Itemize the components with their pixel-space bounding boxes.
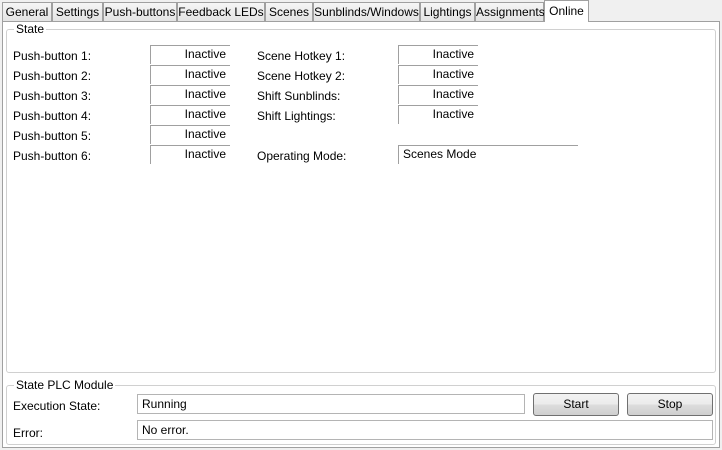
tab-sunblinds-windows[interactable]: Sunblinds/Windows: [313, 2, 420, 21]
tab-feedback-leds[interactable]: Feedback LEDs: [177, 2, 265, 21]
push-button-5-state: Inactive: [150, 125, 230, 144]
dialog-root: General Settings Push-buttons Feedback L…: [0, 0, 722, 450]
push-button-4-label: Push-button 4:: [13, 109, 92, 123]
error-field: No error.: [137, 420, 713, 440]
push-button-2-label: Push-button 2:: [13, 69, 92, 83]
scene-hotkey-2-label: Scene Hotkey 2:: [257, 69, 346, 83]
state-group-title: State: [14, 22, 47, 36]
push-button-1-label: Push-button 1:: [13, 49, 92, 63]
tab-push-buttons[interactable]: Push-buttons: [103, 2, 177, 21]
tab-online[interactable]: Online: [544, 0, 589, 22]
plc-group-title: State PLC Module: [14, 378, 116, 392]
push-button-3-state: Inactive: [150, 85, 230, 104]
push-button-6-state: Inactive: [150, 145, 230, 164]
stop-button[interactable]: Stop: [627, 393, 713, 416]
scene-hotkey-2-state: Inactive: [398, 65, 478, 84]
execution-state-field: Running: [137, 394, 525, 414]
tab-settings[interactable]: Settings: [52, 2, 103, 21]
scene-hotkey-1-label: Scene Hotkey 1:: [257, 49, 346, 63]
scene-hotkey-1-state: Inactive: [398, 45, 478, 64]
error-label: Error:: [13, 426, 43, 440]
push-button-2-state: Inactive: [150, 65, 230, 84]
operating-mode-value: Scenes Mode: [398, 145, 578, 164]
push-button-6-label: Push-button 6:: [13, 149, 92, 163]
plc-state-group: State PLC Module Execution State: Runnin…: [6, 378, 716, 445]
state-group: State Push-button 1: Inactive Push-butto…: [6, 22, 716, 373]
shift-sunblinds-state: Inactive: [398, 85, 478, 104]
tab-scenes[interactable]: Scenes: [265, 2, 313, 21]
shift-lightings-label: Shift Lightings:: [257, 109, 336, 123]
operating-mode-label: Operating Mode:: [257, 149, 347, 163]
tab-page-online: State Push-button 1: Inactive Push-butto…: [2, 21, 720, 448]
push-button-1-state: Inactive: [150, 45, 230, 64]
tab-strip: General Settings Push-buttons Feedback L…: [2, 0, 720, 22]
shift-lightings-state: Inactive: [398, 105, 478, 124]
push-button-4-state: Inactive: [150, 105, 230, 124]
push-button-3-label: Push-button 3:: [13, 89, 92, 103]
tab-general[interactable]: General: [2, 2, 52, 21]
execution-state-label: Execution State:: [13, 399, 101, 413]
shift-sunblinds-label: Shift Sunblinds:: [257, 89, 341, 103]
tab-lightings[interactable]: Lightings: [420, 2, 475, 21]
tab-assignments[interactable]: Assignments: [475, 2, 545, 21]
start-button[interactable]: Start: [533, 393, 619, 416]
push-button-5-label: Push-button 5:: [13, 129, 92, 143]
